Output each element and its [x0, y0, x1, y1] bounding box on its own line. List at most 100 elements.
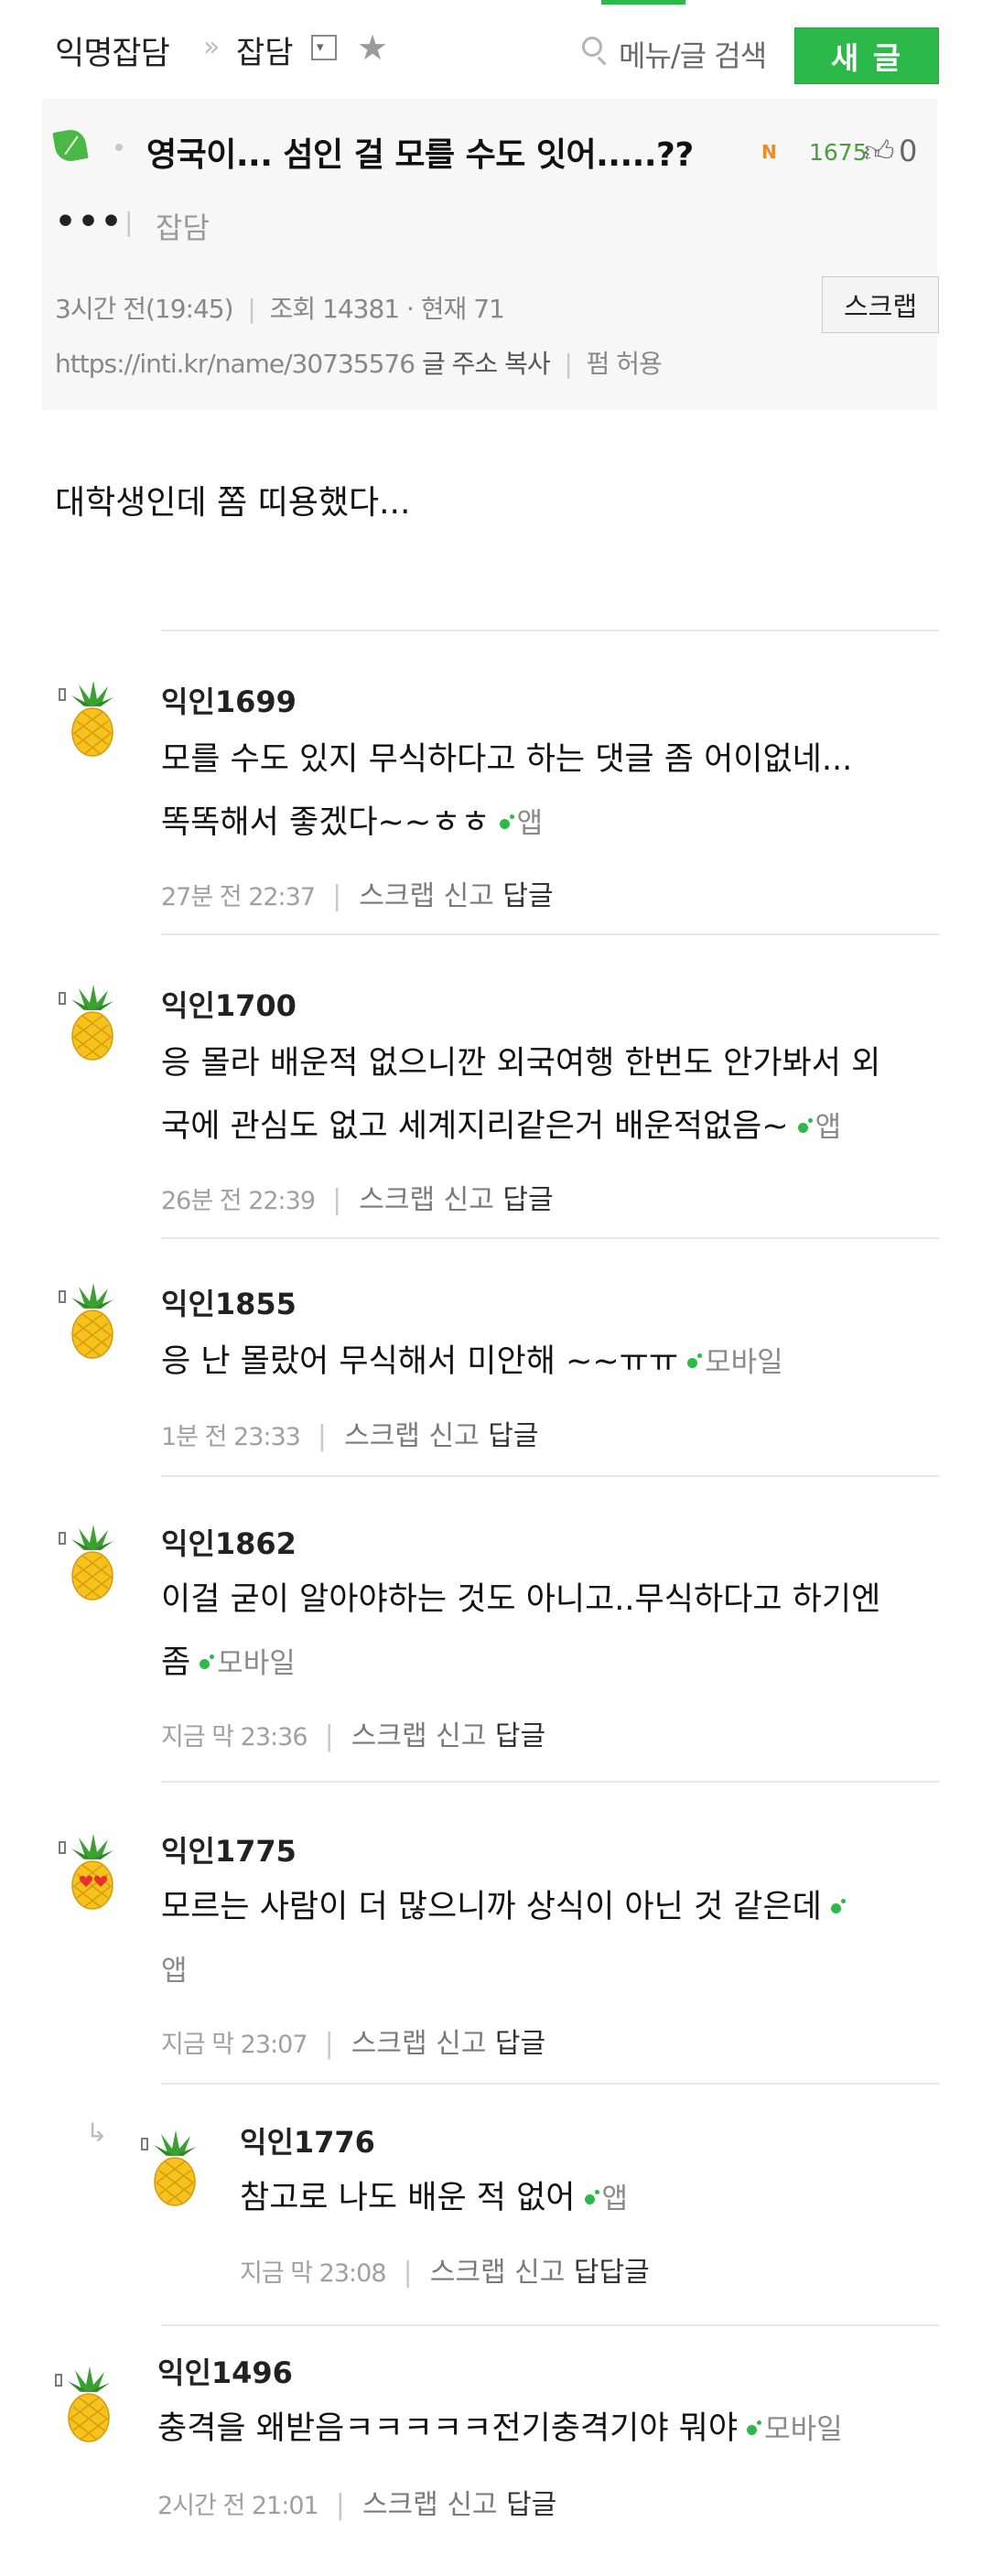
comment-line: 응 몰라 배운적 없으니깐 외국여행 한번도 안가봐서 외 [161, 1045, 881, 1082]
pineapple-icon [59, 1281, 123, 1360]
comment-author[interactable]: 익인1699 [161, 679, 297, 721]
divider [161, 1475, 939, 1477]
scrap-link[interactable]: 스크랩 [351, 2028, 427, 2060]
pineapple-drawing [71, 1283, 113, 1359]
device-label: 앱 [516, 807, 544, 840]
online-dot-icon [499, 814, 514, 829]
bullet-dot [115, 144, 123, 151]
post-category[interactable]: 잡담 [156, 205, 210, 247]
separator: | [315, 1184, 360, 1216]
comment-line: 좀 모바일 [161, 1632, 880, 1696]
scrap-link[interactable]: 스크랩 [359, 880, 435, 912]
report-link[interactable]: 신고 [444, 1184, 494, 1216]
board-title[interactable]: 익명잡담 [55, 27, 170, 74]
reply-link[interactable]: 답글 [495, 1720, 545, 1752]
comment-line: 참고로 나도 배운 적 없어 앱 [240, 2167, 628, 2231]
comment-meta: 지금 막 23:07 | 스크랩 신고 답글 [161, 2021, 545, 2061]
separator: | [315, 880, 360, 912]
scrap-link[interactable]: 스크랩 [344, 1420, 420, 1452]
device-label: 앱 [601, 2183, 629, 2215]
comment-text: 응 난 몰랐어 무식해서 미안해 ~~ㅠㅠ 모바일 [161, 1331, 783, 1395]
star-icon[interactable]: ★ [357, 27, 388, 68]
post-title: 영국이... 섬인 걸 모를 수도 잇어.....?? [146, 136, 694, 174]
menu-search-link[interactable]: 메뉴/글 검색 [619, 33, 767, 75]
divider [161, 1237, 939, 1239]
comment-author[interactable]: 익인1855 [161, 1281, 297, 1323]
scrap-link[interactable]: 스크랩 [430, 2257, 506, 2289]
comment-date: 2시간 전 21:01 [157, 2492, 319, 2520]
new-badge: N [761, 141, 777, 163]
pineapple-drawing [71, 1834, 113, 1910]
search-icon[interactable] [582, 37, 602, 57]
post-count: 1675 [809, 139, 868, 166]
divider [161, 933, 939, 935]
separator: | [385, 2257, 430, 2289]
comment-author[interactable]: 익인1776 [240, 2119, 375, 2161]
comment-author[interactable]: 익인1700 [161, 983, 297, 1025]
comment-line-text: 모르는 사람이 더 많으니까 상식이 아닌 것 같은데 [161, 1889, 822, 1925]
comment-line: 똑똑해서 좋겠다~~ㅎㅎ 앱 [161, 792, 852, 856]
comment-date: 1분 전 23:33 [161, 1423, 301, 1451]
online-dot-icon [200, 1654, 215, 1669]
like-count: 0 [899, 134, 918, 168]
report-link[interactable]: 신고 [428, 1420, 479, 1452]
comment-author[interactable]: 익인1496 [157, 2350, 293, 2392]
online-dot-icon [797, 1118, 813, 1133]
online-dot-icon [687, 1353, 703, 1368]
comment-text: 응 몰라 배운적 없으니깐 외국여행 한번도 안가봐서 외 국에 관심도 없고 … [161, 1032, 880, 1159]
copy-url-link[interactable]: 글 주소 복사 [422, 349, 551, 379]
reply-link[interactable]: 답글 [506, 2489, 556, 2521]
reply-link[interactable]: 답답글 [574, 2257, 650, 2289]
sub-board-title[interactable]: 잡담 [236, 27, 294, 72]
comment-line: 국에 관심도 없고 세계지리같은거 배운적없음~ 앱 [161, 1095, 880, 1159]
pineapple-drawing [71, 985, 113, 1061]
post-url-row: https://inti.kr/name/30735576 글 주소 복사 | … [55, 344, 663, 381]
reply-link[interactable]: 답글 [502, 880, 553, 912]
reply-link[interactable]: 답글 [488, 1420, 538, 1452]
scrap-button[interactable]: 스크랩 [822, 276, 939, 333]
pineapple-icon [59, 983, 123, 1062]
repost-permission: 펌 허용 [586, 349, 663, 379]
report-link[interactable]: 신고 [514, 2257, 565, 2289]
post-url: https://inti.kr/name/30735576 [55, 349, 415, 379]
device-label: 모바일 [217, 1647, 296, 1680]
reply-link[interactable]: 답글 [502, 1184, 553, 1216]
report-link[interactable]: 신고 [447, 2489, 497, 2521]
reply-link[interactable]: 답글 [495, 2028, 545, 2060]
separator: | [307, 2028, 351, 2060]
comment-date: 27분 전 22:37 [161, 883, 316, 911]
comment-meta: 지금 막 23:08 | 스크랩 신고 답답글 [240, 2249, 650, 2290]
report-link[interactable]: 신고 [436, 2028, 486, 2060]
comment-meta: 2시간 전 21:01 | 스크랩 신고 답글 [157, 2482, 556, 2522]
thumbs-up-icon[interactable]: 👍︎ [864, 134, 894, 169]
report-link[interactable]: 신고 [436, 1720, 486, 1752]
comment-line-text: 국에 관심도 없고 세계지리같은거 배운적없음~ [161, 1108, 789, 1145]
device-label: 모바일 [764, 2413, 843, 2446]
pineapple-icon [59, 679, 123, 758]
comment-line: 앱 [161, 1939, 841, 2003]
comment-text: 이걸 굳이 알아야하는 것도 아니고..무식하다고 하기엔 좀 모바일 [161, 1568, 880, 1696]
scrap-link[interactable]: 스크랩 [351, 1720, 427, 1752]
comment-author[interactable]: 익인1775 [161, 1828, 297, 1870]
pineapple-icon [55, 2365, 119, 2443]
new-post-button[interactable]: 새 글 [794, 27, 939, 84]
post-views: 조회 14381 · 현재 71 [269, 294, 505, 324]
scrap-link[interactable]: 스크랩 [359, 1184, 435, 1216]
more-options-icon[interactable]: ••• [55, 203, 124, 241]
comment-date: 지금 막 23:07 [161, 2031, 308, 2059]
comment-line-text: 좀 [161, 1644, 191, 1681]
dropdown-icon[interactable]: ▾ [311, 35, 337, 60]
report-link[interactable]: 신고 [444, 880, 494, 912]
comment-line-text: 응 난 몰랐어 무식해서 미안해 ~~ㅠㅠ [161, 1343, 679, 1380]
post-time: 3시간 전(19:45) [55, 294, 234, 324]
post-meta: 3시간 전(19:45) | 조회 14381 · 현재 71 [55, 289, 505, 326]
comment-line: 모르는 사람이 더 많으니까 상식이 아닌 것 같은데 [161, 1876, 846, 1939]
online-dot-icon [584, 2190, 599, 2204]
scrap-link[interactable]: 스크랩 [362, 2489, 438, 2521]
divider [161, 1781, 939, 1783]
comment-line-text: 충격을 왜받음ㅋㅋㅋㅋㅋ전기충격기야 뭐야 [157, 2410, 739, 2447]
comment-line: 응 난 몰랐어 무식해서 미안해 ~~ㅠㅠ 모바일 [161, 1331, 783, 1395]
comment-line-text: 참고로 나도 배운 적 없어 [240, 2180, 576, 2216]
comment-date: 26분 전 22:39 [161, 1187, 316, 1215]
comment-author[interactable]: 익인1862 [161, 1521, 297, 1563]
